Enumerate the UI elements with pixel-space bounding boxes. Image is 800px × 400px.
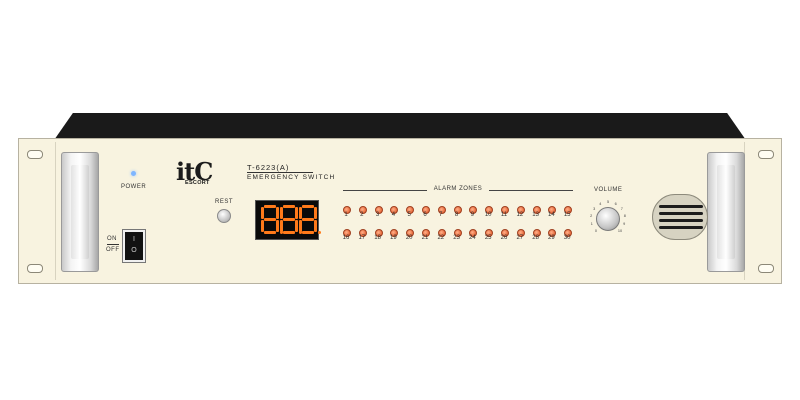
alarm-zones-title: ALARM ZONES <box>433 186 483 192</box>
zone-number-23: 23 <box>453 235 460 241</box>
zone-number-3: 3 <box>375 212 380 218</box>
zone-number-25: 25 <box>484 235 492 241</box>
volume-tick: 1 <box>590 222 593 227</box>
model-number: T-6223(A) <box>247 163 290 172</box>
zone-number-4: 4 <box>391 212 396 218</box>
volume-tick: 5 <box>606 200 610 204</box>
left-rack-handle <box>61 152 99 272</box>
zone-number-17: 17 <box>358 235 366 241</box>
zone-number-11: 11 <box>500 212 508 218</box>
rack-mount-slot <box>758 264 774 273</box>
volume-tick: 4 <box>599 201 602 206</box>
zone-number-24: 24 <box>469 235 476 241</box>
on-off-divider <box>107 244 119 245</box>
zone-number-22: 22 <box>437 235 445 241</box>
power-label: POWER <box>121 184 147 190</box>
switch-off-label: OFF <box>106 247 120 253</box>
zone-number-16: 16 <box>342 235 350 241</box>
zone-number-27: 27 <box>516 235 524 241</box>
model-name: EMERGENCY SWITCH <box>247 174 336 181</box>
panel-inner-frame <box>55 142 745 280</box>
zone-number-5: 5 <box>407 212 411 218</box>
power-led-icon <box>131 171 136 176</box>
switch-i-mark: I <box>133 236 135 243</box>
zone-number-21: 21 <box>421 235 429 241</box>
display-digit <box>299 205 321 235</box>
volume-tick: 7 <box>620 207 623 211</box>
reset-button[interactable] <box>217 209 231 223</box>
zone-number-13: 13 <box>532 212 539 218</box>
zone-number-19: 19 <box>390 235 397 241</box>
alarm-title-rule-left <box>343 190 427 191</box>
rack-mount-slot <box>27 264 43 273</box>
volume-tick: 0 <box>594 229 598 234</box>
volume-tick: 9 <box>623 222 626 227</box>
volume-tick: 6 <box>614 201 617 206</box>
seven-segment-display <box>255 200 321 240</box>
volume-knob[interactable] <box>596 207 620 231</box>
volume-tick: 8 <box>623 214 626 219</box>
zone-number-18: 18 <box>374 235 381 241</box>
volume-tick: 2 <box>590 214 593 219</box>
zone-number-30: 30 <box>563 235 571 241</box>
zone-number-7: 7 <box>439 212 443 218</box>
brand-subtext: ESCORT <box>185 180 210 186</box>
zone-number-10: 10 <box>484 212 492 218</box>
zone-number-26: 26 <box>500 235 508 241</box>
zone-number-28: 28 <box>532 235 539 241</box>
rack-mount-slot <box>27 150 43 159</box>
zone-number-1: 1 <box>344 212 348 218</box>
zone-number-14: 14 <box>548 212 555 218</box>
rack-mount-slot <box>758 150 774 159</box>
zone-number-8: 8 <box>454 212 459 218</box>
switch-on-label: ON <box>107 236 117 242</box>
zone-number-12: 12 <box>516 212 524 218</box>
display-digit <box>280 205 302 235</box>
right-rack-handle <box>707 152 745 272</box>
zone-number-6: 6 <box>423 212 427 218</box>
display-digit <box>261 205 283 235</box>
switch-o-mark: O <box>131 247 137 254</box>
reset-label: REST <box>215 199 234 205</box>
zone-number-2: 2 <box>360 212 364 218</box>
volume-tick: 10 <box>617 229 623 234</box>
zone-number-15: 15 <box>563 212 571 218</box>
volume-tick: 3 <box>593 207 596 211</box>
model-rule <box>247 172 313 173</box>
device-image: POWER ON OFF I O itC ESCORT T-6223(A) EM… <box>0 0 800 400</box>
speaker-grille <box>652 194 708 240</box>
zone-number-29: 29 <box>548 235 555 241</box>
zone-number-9: 9 <box>470 212 475 218</box>
volume-label: VOLUME <box>594 187 623 193</box>
alarm-title-rule-right <box>489 190 573 191</box>
zone-number-20: 20 <box>405 235 413 241</box>
